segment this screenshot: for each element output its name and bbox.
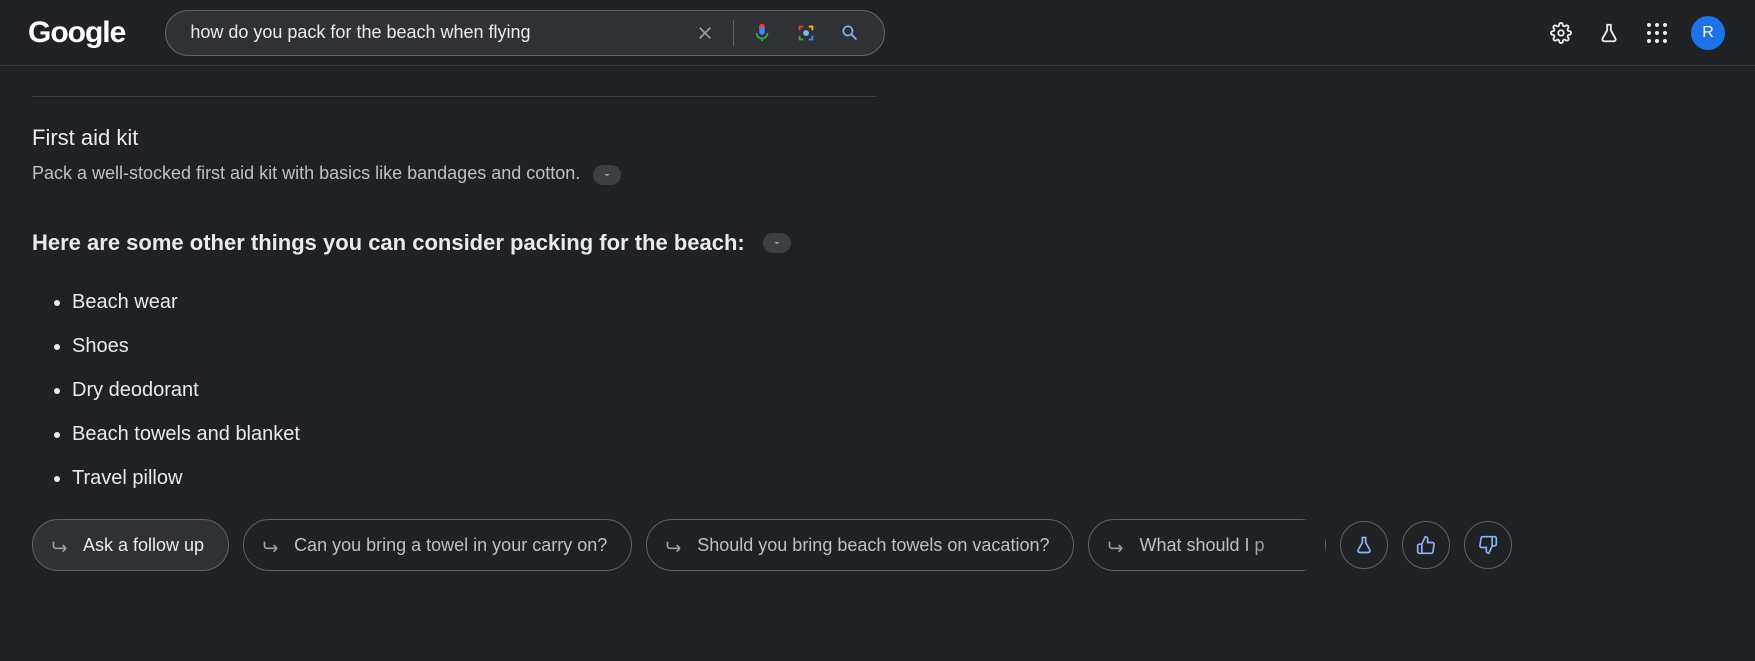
search-bar[interactable] <box>165 10 885 56</box>
chip-label: What should I p <box>1139 535 1264 556</box>
list-item: Shoes <box>72 330 880 362</box>
account-avatar[interactable]: R <box>1691 16 1725 50</box>
chip-label: Can you bring a towel in your carry on? <box>294 535 607 556</box>
subheading: Here are some other things you can consi… <box>32 230 745 256</box>
apps-icon[interactable] <box>1637 13 1677 53</box>
main-content: First aid kit Pack a well-stocked first … <box>0 66 880 494</box>
section-description: Pack a well-stocked first aid kit with b… <box>32 163 580 183</box>
list-item: Travel pillow <box>72 462 880 494</box>
search-icon[interactable] <box>830 13 870 53</box>
subheading-row: Here are some other things you can consi… <box>32 230 880 256</box>
followup-chip[interactable]: Should you bring beach towels on vacatio… <box>646 519 1074 571</box>
chip-label: Should you bring beach towels on vacatio… <box>697 535 1049 556</box>
followup-bar: Ask a follow up Can you bring a towel in… <box>32 519 1492 571</box>
google-logo[interactable]: Google <box>28 16 125 50</box>
thumbs-down-icon[interactable] <box>1464 521 1512 569</box>
thumbs-up-icon[interactable] <box>1402 521 1450 569</box>
lens-icon[interactable] <box>786 13 826 53</box>
voice-search-icon[interactable] <box>742 13 782 53</box>
search-input[interactable] <box>188 21 685 44</box>
packing-list: Beach wear Shoes Dry deodorant Beach tow… <box>32 286 880 494</box>
expand-icon[interactable] <box>593 165 621 185</box>
settings-icon[interactable] <box>1541 13 1581 53</box>
clear-icon[interactable] <box>685 13 725 53</box>
followup-chip-truncated[interactable]: What should I p <box>1088 519 1325 571</box>
labs-icon[interactable] <box>1589 13 1629 53</box>
labs-feedback-icon[interactable] <box>1340 521 1388 569</box>
list-item: Dry deodorant <box>72 374 880 406</box>
section-description-row: Pack a well-stocked first aid kit with b… <box>32 161 880 186</box>
list-item: Beach towels and blanket <box>72 418 880 450</box>
followup-chip[interactable]: Can you bring a towel in your carry on? <box>243 519 632 571</box>
ask-followup-button[interactable]: Ask a follow up <box>32 519 229 571</box>
section-title: First aid kit <box>32 125 880 151</box>
chip-label: Ask a follow up <box>83 535 204 556</box>
list-item: Beach wear <box>72 286 880 318</box>
search-bar-icons <box>685 13 870 53</box>
content-divider <box>32 96 876 97</box>
header: Google <box>0 0 1755 66</box>
expand-icon[interactable] <box>763 233 791 253</box>
search-divider <box>733 20 734 46</box>
